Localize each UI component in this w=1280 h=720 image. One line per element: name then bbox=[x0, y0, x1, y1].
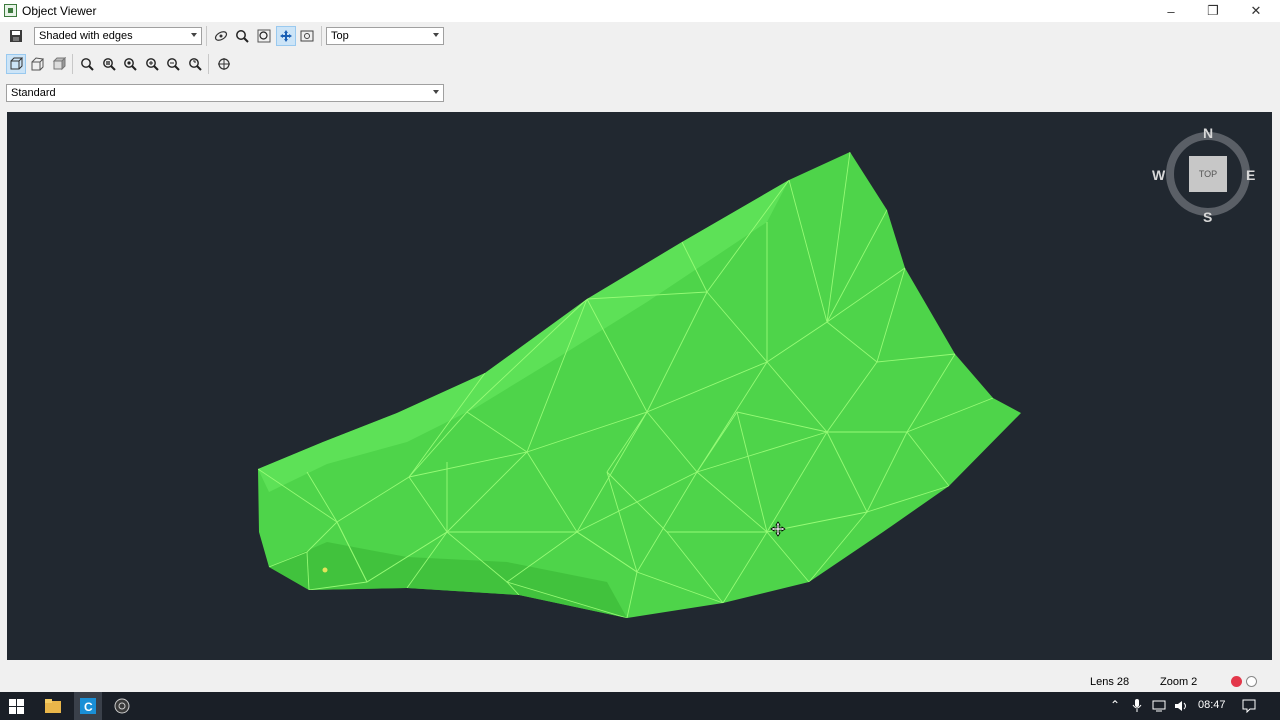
obs-icon[interactable] bbox=[114, 698, 130, 714]
active-app-tile[interactable]: C bbox=[74, 692, 102, 720]
zoom-extents-icon bbox=[124, 58, 137, 71]
compass-south[interactable]: S bbox=[1203, 209, 1212, 225]
perspective-cube-icon bbox=[31, 57, 44, 71]
chevron-down-icon bbox=[433, 33, 439, 37]
zoom-out-button[interactable] bbox=[163, 54, 183, 74]
zoom-window-icon bbox=[103, 58, 116, 71]
zoom-extents-button[interactable] bbox=[254, 26, 274, 46]
view-dropdown[interactable]: Top bbox=[326, 27, 444, 45]
pan-icon bbox=[280, 30, 292, 42]
taskbar: C ⌃ 08:47 bbox=[0, 692, 1280, 720]
toolbar-separator bbox=[321, 26, 322, 46]
zoom-extents-2-button[interactable] bbox=[120, 54, 140, 74]
status-indicator-icon[interactable] bbox=[1246, 676, 1257, 687]
parallel-cube-icon bbox=[10, 57, 23, 70]
viewcube-face-top[interactable]: TOP bbox=[1189, 156, 1227, 192]
windows-start-icon[interactable] bbox=[9, 699, 24, 714]
visual-style-value: Shaded with edges bbox=[39, 30, 133, 42]
orbit-button[interactable] bbox=[211, 26, 231, 46]
crosshair-icon bbox=[218, 58, 230, 70]
zoom-realtime-icon bbox=[81, 58, 94, 71]
maximize-button[interactable]: ❐ bbox=[1192, 0, 1234, 22]
3d-viewport[interactable]: N S E W TOP bbox=[7, 112, 1272, 660]
view-settings-button[interactable] bbox=[297, 26, 317, 46]
zoom-readout: Zoom 2 bbox=[1160, 676, 1198, 688]
zoom-in-icon bbox=[146, 58, 159, 71]
lens-readout: Lens 28 bbox=[1090, 676, 1130, 688]
parallel-view-button[interactable] bbox=[6, 54, 26, 74]
tray-chevron-up-icon[interactable]: ⌃ bbox=[1110, 698, 1120, 712]
zoom-button[interactable] bbox=[232, 26, 252, 46]
minimize-button[interactable]: – bbox=[1150, 0, 1192, 22]
svg-text:C: C bbox=[84, 700, 93, 714]
notification-icon[interactable] bbox=[1242, 699, 1256, 713]
origin-marker bbox=[322, 567, 328, 573]
pan-button[interactable] bbox=[276, 26, 296, 46]
toolbar-separator bbox=[72, 54, 73, 74]
viewcube[interactable]: N S E W TOP bbox=[1152, 125, 1256, 225]
zoom-realtime-button[interactable] bbox=[77, 54, 97, 74]
file-explorer-icon[interactable] bbox=[44, 698, 62, 714]
view-settings-icon bbox=[300, 30, 314, 42]
zoom-previous-button[interactable] bbox=[185, 54, 205, 74]
zoom-extents-icon bbox=[257, 29, 271, 43]
chevron-down-icon bbox=[433, 90, 439, 94]
zoom-previous-icon bbox=[189, 58, 202, 71]
taskbar-clock[interactable]: 08:47 bbox=[1198, 699, 1226, 711]
toolbar-separator bbox=[206, 26, 207, 46]
toolbar-separator bbox=[208, 54, 209, 74]
magnifier-icon bbox=[236, 30, 249, 43]
terrain-mesh bbox=[258, 152, 1021, 618]
visual-style-dropdown[interactable]: Shaded with edges bbox=[34, 27, 202, 45]
close-button[interactable]: ✕ bbox=[1235, 0, 1277, 22]
volume-icon[interactable] bbox=[1174, 699, 1188, 713]
visual-style-set-value: Standard bbox=[11, 87, 56, 99]
shaded-cube-icon bbox=[52, 57, 66, 71]
navigation-button[interactable] bbox=[214, 54, 234, 74]
civil3d-icon: C bbox=[80, 698, 96, 714]
realistic-view-button[interactable] bbox=[49, 54, 69, 74]
save-button[interactable] bbox=[6, 26, 26, 46]
view-value: Top bbox=[331, 30, 349, 42]
mesh-surface bbox=[258, 152, 1021, 618]
save-icon bbox=[10, 30, 22, 42]
app-icon bbox=[4, 4, 17, 17]
network-icon[interactable] bbox=[1152, 700, 1166, 712]
compass-north[interactable]: N bbox=[1203, 125, 1213, 141]
chevron-down-icon bbox=[191, 33, 197, 37]
zoom-in-button[interactable] bbox=[142, 54, 162, 74]
perspective-view-button[interactable] bbox=[27, 54, 47, 74]
microphone-icon[interactable] bbox=[1132, 699, 1142, 713]
title-bar: Object Viewer – ❐ ✕ bbox=[0, 0, 1280, 22]
orbit-icon bbox=[214, 31, 228, 41]
window-title: Object Viewer bbox=[22, 4, 97, 18]
status-bar: Lens 28 Zoom 2 bbox=[0, 672, 1280, 692]
visual-style-set-dropdown[interactable]: Standard bbox=[6, 84, 444, 102]
record-indicator-icon[interactable] bbox=[1231, 676, 1242, 687]
compass-east[interactable]: E bbox=[1246, 167, 1255, 183]
zoom-window-button[interactable] bbox=[99, 54, 119, 74]
compass-west[interactable]: W bbox=[1152, 167, 1165, 183]
zoom-out-icon bbox=[167, 58, 180, 71]
